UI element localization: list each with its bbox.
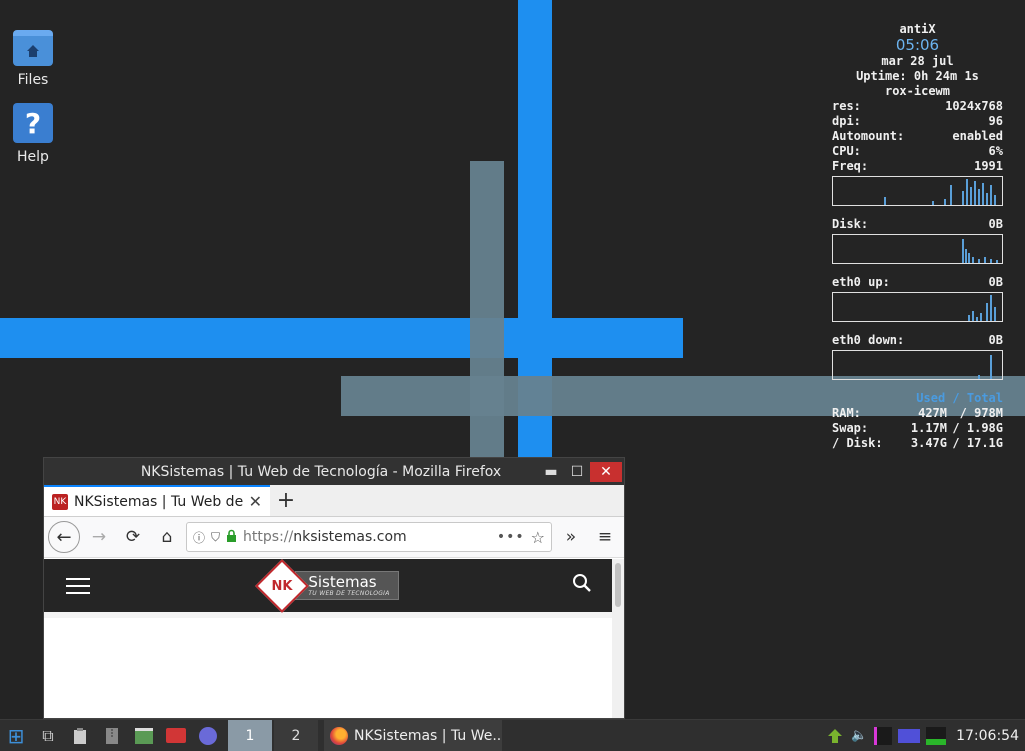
conky-stat-row: dpi: 96: [832, 114, 1003, 128]
site-menu-icon[interactable]: [66, 577, 90, 594]
hamburger-menu-button[interactable]: ≡: [590, 522, 620, 552]
start-menu-icon[interactable]: ⊞: [0, 720, 32, 751]
conky-stat-row: Automount: enabled: [832, 129, 1003, 143]
brand-tagline: TU WEB DE TECNOLOGIA: [308, 590, 390, 597]
web-browser-icon[interactable]: [192, 720, 224, 751]
folder-icon: [13, 30, 53, 66]
network-monitor-icon[interactable]: [926, 726, 947, 745]
conky-stat-row: res: 1024x768: [832, 99, 1003, 113]
brand-block: Sistemas TU WEB DE TECNOLOGIA: [295, 571, 399, 600]
conky-clock: 05:06: [895, 36, 940, 54]
tab-nksistemas[interactable]: NK NKSistemas | Tu Web de Te ✕: [44, 485, 270, 516]
firefox-window[interactable]: NKSistemas | Tu Web de Tecnología - Mozi…: [43, 457, 625, 719]
close-button[interactable]: ✕: [590, 461, 622, 482]
scrollbar-thumb[interactable]: [615, 563, 621, 607]
desktop-icon-help[interactable]: ? Help: [8, 103, 58, 165]
new-tab-button[interactable]: +: [270, 485, 302, 516]
cpu-monitor-icon[interactable]: [874, 726, 893, 745]
navigation-toolbar: ← → ⟳ ⌂ ⓘ ⛉ https://nksistemas.com ••• ☆…: [44, 517, 624, 558]
site-search-icon[interactable]: [572, 573, 592, 598]
conky-mem-row: / Disk: 3.47G/ 17.1G: [832, 436, 1003, 450]
disk-graph: [832, 234, 1003, 264]
content-divider: [44, 612, 614, 618]
tab-close-icon[interactable]: ✕: [249, 492, 262, 511]
volume-icon[interactable]: 🔈: [850, 727, 868, 745]
conky-stat-row: Freq: 1991: [832, 159, 1003, 173]
conky-mem-row: RAM: 427M/ 978M: [832, 406, 1003, 420]
conky-date: mar 28 jul: [881, 54, 954, 68]
help-icon: ?: [13, 103, 53, 143]
conky-eth-down-row: eth0 down: 0B: [832, 333, 1003, 347]
tab-bar: NK NKSistemas | Tu Web de Te ✕ +: [44, 485, 624, 517]
clipboard-icon[interactable]: [64, 720, 96, 751]
tab-label: NKSistemas | Tu Web de Te: [74, 493, 245, 510]
back-button[interactable]: ←: [48, 521, 80, 553]
task-label: NKSistemas | Tu We...: [354, 727, 502, 744]
eth-up-graph: [832, 292, 1003, 322]
conky-disk-row: Disk: 0B: [832, 217, 1003, 231]
page-scrollbar[interactable]: [612, 559, 624, 718]
conky-eth-up-row: eth0 up: 0B: [832, 275, 1003, 289]
workspace-2-button[interactable]: 2: [274, 719, 318, 751]
nk-logo-mark: NK: [255, 558, 310, 613]
archive-icon[interactable]: [96, 720, 128, 751]
desktop-icon-label: Help: [17, 149, 49, 165]
home-button[interactable]: ⌂: [152, 522, 182, 552]
window-title: NKSistemas | Tu Web de Tecnología - Mozi…: [140, 463, 502, 480]
conky-stat-row: CPU: 6%: [832, 144, 1003, 158]
lock-icon: [226, 529, 237, 546]
eth-down-graph: [832, 350, 1003, 380]
conky-system-monitor: antiX 05:06 mar 28 jul Uptime: 0h 24m 1s…: [832, 22, 1003, 451]
maximize-button[interactable]: ☐: [564, 462, 590, 482]
tracking-protection-icon[interactable]: ⛉: [211, 530, 220, 545]
page-actions-icon[interactable]: •••: [497, 529, 525, 545]
site-info-icon[interactable]: ⓘ: [193, 529, 205, 546]
conky-mem-header: Used / Total: [916, 391, 1003, 405]
system-tray: 🔈 17:06:54: [826, 726, 1025, 745]
cpu-graph: [832, 176, 1003, 206]
conky-mem-row: Swap: 1.17M/ 1.98G: [832, 421, 1003, 435]
page-content: NK Sistemas TU WEB DE TECNOLOGIA: [44, 558, 614, 718]
url-text[interactable]: https://nksistemas.com: [243, 529, 491, 545]
conky-wm: rox-icewm: [884, 84, 951, 98]
bookmark-star-icon[interactable]: ☆: [531, 528, 545, 547]
site-header: NK Sistemas TU WEB DE TECNOLOGIA: [44, 558, 614, 613]
forward-button[interactable]: →: [84, 522, 114, 552]
favicon-icon: NK: [52, 493, 68, 510]
desktop-icon-files[interactable]: Files: [8, 30, 58, 88]
overflow-menu-button[interactable]: »: [556, 522, 586, 552]
folder-launcher-icon[interactable]: [160, 720, 192, 751]
show-desktop-icon[interactable]: ⧉: [32, 720, 64, 751]
window-titlebar[interactable]: NKSistemas | Tu Web de Tecnología - Mozi…: [44, 458, 624, 485]
firefox-icon: [330, 726, 348, 745]
brand-name: Sistemas: [308, 573, 377, 591]
taskbar-task-firefox[interactable]: NKSistemas | Tu We...: [324, 719, 502, 751]
workspace-1-button[interactable]: 1: [228, 719, 272, 751]
desktop-icon-label: Files: [17, 72, 49, 88]
site-logo[interactable]: NK Sistemas TU WEB DE TECNOLOGIA: [255, 558, 399, 613]
conky-uptime: Uptime: 0h 24m 1s: [856, 69, 979, 83]
file-manager-icon[interactable]: [128, 720, 160, 751]
minimize-button[interactable]: ▬: [538, 462, 564, 482]
memory-monitor-icon[interactable]: [898, 728, 921, 743]
url-bar[interactable]: ⓘ ⛉ https://nksistemas.com ••• ☆: [186, 522, 552, 552]
wallpaper-stripe-horizontal-blue: [0, 318, 683, 358]
reload-button[interactable]: ⟳: [118, 522, 148, 552]
conky-hostname: antiX: [899, 22, 936, 36]
taskbar: ⊞ ⧉ 1 2 NKSistemas | Tu We... 🔈 17:06:54: [0, 719, 1025, 751]
update-icon[interactable]: [826, 727, 844, 745]
taskbar-clock[interactable]: 17:06:54: [956, 728, 1019, 744]
